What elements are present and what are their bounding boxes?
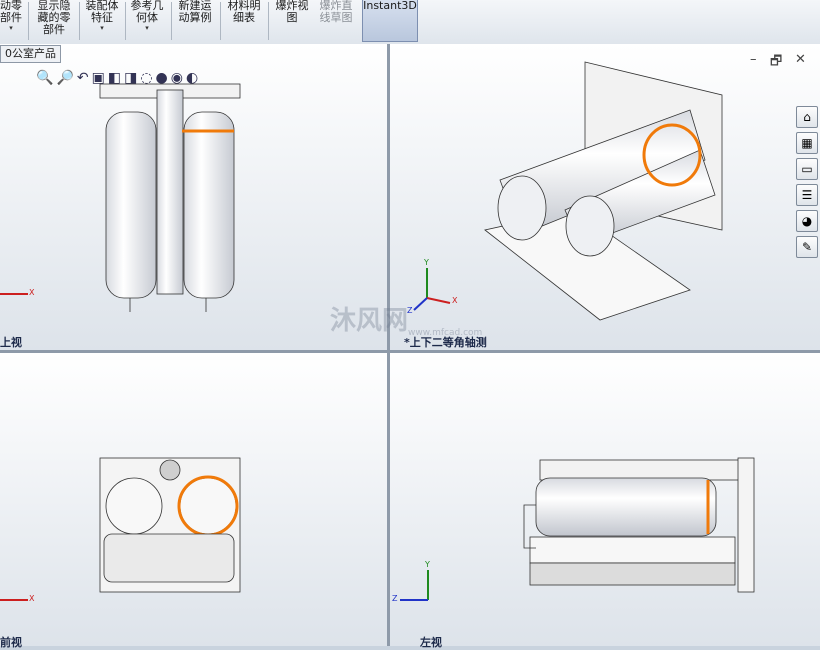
top-view-model[interactable] [99,83,241,312]
viewport-label-top: 上视 [0,336,22,349]
watermark-url: www.mfcad.com [408,328,483,338]
viewport-label-left: 左视 [420,636,442,649]
triad-left-view [400,570,429,601]
axis-z-label: Z [392,594,398,603]
isometric-view-model[interactable] [484,61,723,321]
axis-x-label: X [29,594,35,603]
triad-iso-view [413,268,451,311]
axis-y-label: Y [424,258,429,267]
watermark: 沐风网 [330,306,409,336]
front-view-model[interactable] [99,457,241,593]
axis-x-label: X [452,296,458,305]
axis-x-label: X [29,288,35,297]
model-graphics-area [0,61,755,601]
viewport-label-front: 前视 [0,636,22,649]
left-view-model[interactable] [523,457,755,593]
axis-y-label: Y [425,560,430,569]
